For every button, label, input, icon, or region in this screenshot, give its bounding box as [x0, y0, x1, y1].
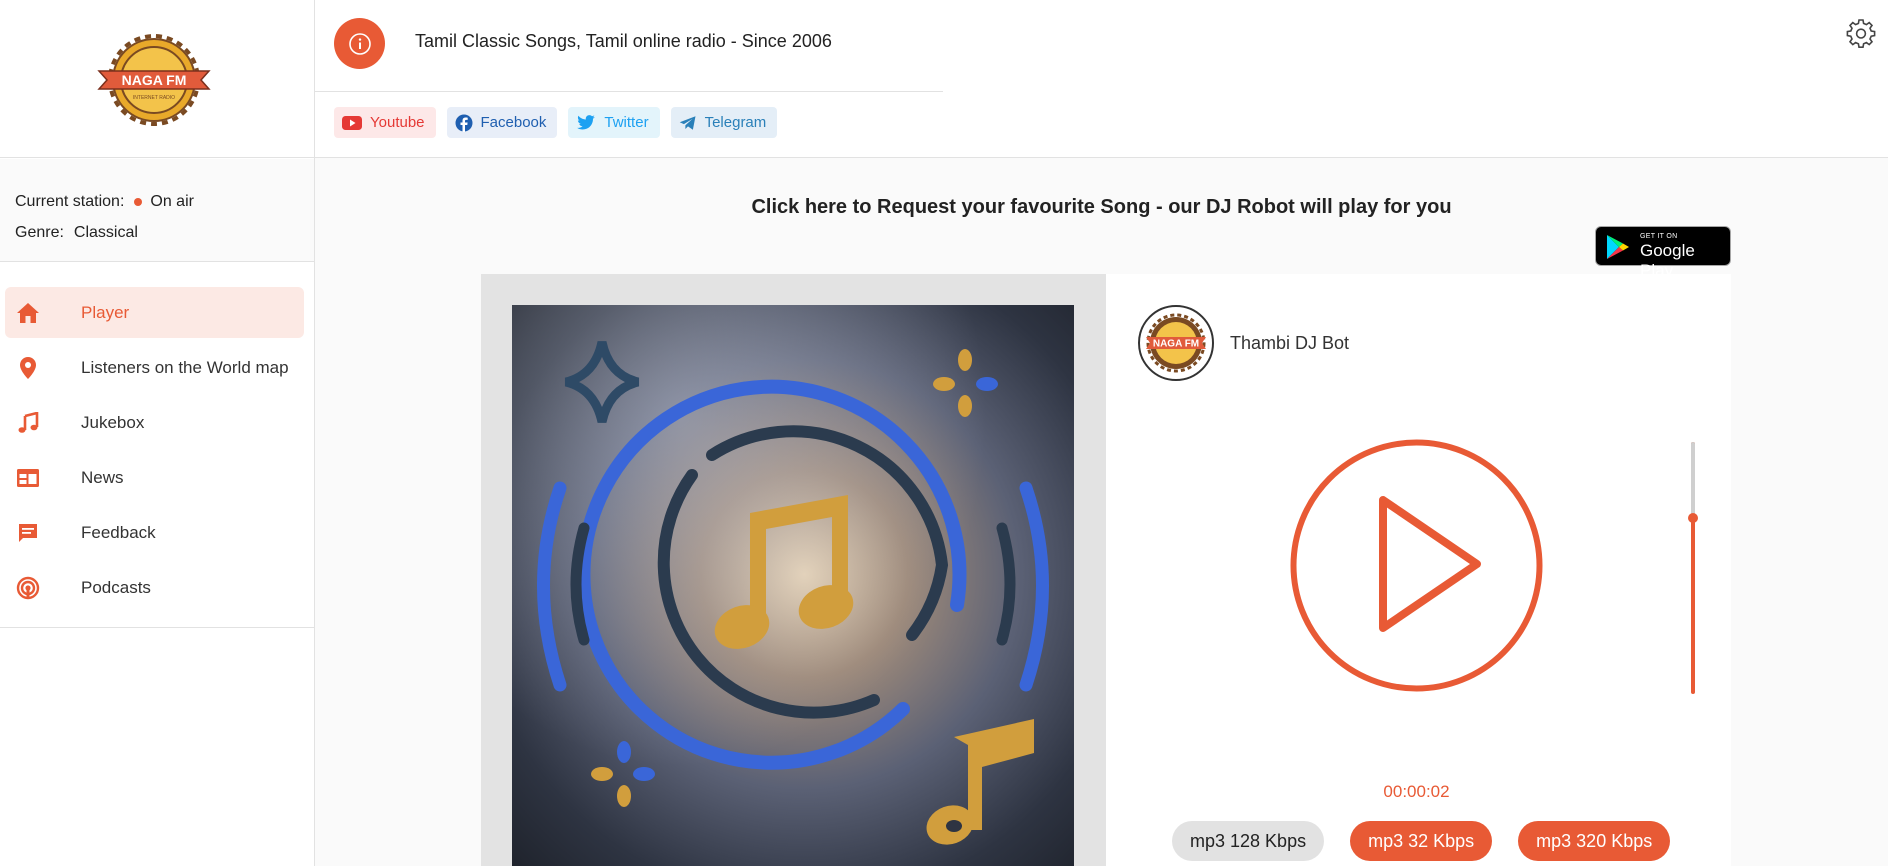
nav-label: News — [81, 467, 124, 487]
info-icon — [348, 32, 371, 55]
bitrate-128-button[interactable]: mp3 128 Kbps — [1172, 821, 1325, 861]
main-nav: Player Listeners on the World map Jukebo… — [0, 287, 314, 617]
on-air-dot-icon — [134, 197, 143, 206]
sidebar: NAGA FM INTERNET RADIO Current station: … — [0, 0, 315, 866]
player-card: NAGA FM Thambi DJ Bot 00:00:02 mp3 128 K… — [481, 274, 1731, 866]
play-icon — [1379, 496, 1481, 632]
twitter-link[interactable]: Twitter — [568, 107, 660, 138]
google-play-icon — [1607, 235, 1629, 259]
nav-item-player[interactable]: Player — [5, 287, 304, 338]
home-icon — [15, 300, 41, 326]
nav-item-world-map[interactable]: Listeners on the World map — [5, 342, 304, 393]
volume-slider[interactable] — [1687, 442, 1699, 694]
nav-label: Podcasts — [81, 577, 151, 597]
youtube-link[interactable]: Youtube — [334, 107, 436, 138]
twitter-icon — [577, 114, 596, 129]
bitrate-320-button[interactable]: mp3 320 Kbps — [1518, 821, 1671, 861]
settings-gear-icon[interactable] — [1846, 18, 1876, 48]
current-station-row: Current station: On air — [15, 186, 314, 217]
facebook-link[interactable]: Facebook — [446, 107, 558, 138]
facebook-label: Facebook — [480, 114, 547, 131]
volume-knob[interactable] — [1688, 513, 1698, 523]
telegram-icon — [679, 115, 696, 130]
nav-item-podcasts[interactable]: Podcasts — [5, 562, 304, 613]
bitrate-32-button[interactable]: mp3 32 Kbps — [1350, 821, 1493, 861]
naga-fm-avatar-logo: NAGA FM — [1146, 313, 1206, 373]
current-station-label: Current station: — [15, 192, 125, 210]
nav-label: Jukebox — [81, 412, 145, 432]
request-song-link[interactable]: Click here to Request your favourite Son… — [315, 196, 1888, 219]
logo-area: NAGA FM INTERNET RADIO — [0, 0, 314, 158]
nav-label: Feedback — [81, 522, 156, 542]
play-button[interactable] — [1289, 438, 1544, 693]
site-tagline: Tamil Classic Songs, Tamil online radio … — [415, 31, 832, 51]
album-art — [512, 305, 1074, 866]
elapsed-time: 00:00:02 — [1383, 782, 1450, 801]
news-icon — [15, 465, 41, 491]
google-play-small-text: GET IT ON — [1640, 233, 1678, 240]
nav-label: Listeners on the World map — [81, 357, 289, 377]
station-status: On air — [150, 192, 194, 210]
station-info: Current station: On air Genre: Classical — [0, 159, 314, 262]
genre-label: Genre: — [15, 223, 64, 241]
dj-name: Thambi DJ Bot — [1230, 333, 1350, 353]
naga-fm-logo[interactable]: NAGA FM INTERNET RADIO — [97, 33, 211, 127]
volume-track-empty — [1691, 442, 1695, 518]
genre-value: Classical — [73, 223, 138, 241]
logo-text: NAGA FM — [122, 72, 187, 88]
header-divider — [315, 91, 943, 92]
top-header: Tamil Classic Songs, Tamil online radio … — [315, 0, 1888, 158]
genre-row: Genre: Classical — [15, 217, 314, 248]
google-play-badge[interactable]: GET IT ON Google Play — [1595, 226, 1731, 280]
info-button[interactable] — [334, 18, 385, 69]
telegram-link[interactable]: Telegram — [670, 107, 778, 138]
bitrate-selector: mp3 128 Kbps mp3 32 Kbps mp3 320 Kbps — [1172, 821, 1671, 861]
youtube-icon — [342, 115, 362, 130]
nav-item-feedback[interactable]: Feedback — [5, 507, 304, 558]
dj-avatar: NAGA FM — [1138, 305, 1214, 381]
svg-text:INTERNET RADIO: INTERNET RADIO — [133, 95, 175, 101]
youtube-label: Youtube — [370, 114, 425, 131]
social-links: Youtube Facebook Twitter Telegram — [334, 107, 778, 138]
podcast-icon — [15, 575, 41, 601]
nav-item-jukebox[interactable]: Jukebox — [5, 397, 304, 448]
feedback-icon — [15, 520, 41, 546]
nav-item-news[interactable]: News — [5, 452, 304, 503]
svg-text:NAGA FM: NAGA FM — [1153, 339, 1199, 350]
map-pin-icon — [15, 355, 41, 381]
music-note-icon — [15, 410, 41, 436]
album-art-pane — [481, 274, 1106, 866]
facebook-icon — [455, 114, 473, 132]
nav-divider — [0, 627, 314, 628]
twitter-label: Twitter — [604, 114, 649, 131]
music-disc-artwork — [537, 340, 1049, 845]
telegram-label: Telegram — [704, 114, 767, 131]
nav-label: Player — [81, 302, 130, 322]
